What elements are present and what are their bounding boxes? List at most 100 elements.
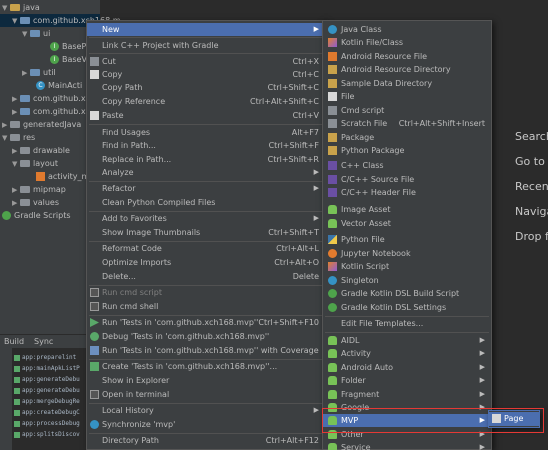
menu-item-debug-tests[interactable]: Debug 'Tests in 'com.github.xch168.mvp'' (87, 330, 325, 343)
menu-item-find-usages[interactable]: Find Usages Alt+F7 (87, 126, 325, 139)
expand-arrow-icon[interactable]: ▼ (2, 132, 10, 145)
tree-item-package-mvp[interactable]: ▼ com.github.xch168.m (0, 14, 121, 28)
submenu-item-sample-data-directory[interactable]: Sample Data Directory (323, 77, 491, 90)
submenu-item-service[interactable]: Service ▶ (323, 441, 491, 450)
menu-item-show-image-thumbnails[interactable]: Show Image Thumbnails Ctrl+Shift+T (87, 226, 325, 239)
submenu-item-cpp-class[interactable]: C++ Class (323, 159, 491, 172)
menu-item-run-tests[interactable]: Run 'Tests in 'com.github.xch168.mvp'' Ct… (87, 316, 325, 329)
class-icon: I (50, 55, 59, 64)
menu-item-delete[interactable]: Delete... Delete (87, 270, 325, 283)
menu-item-optimize-imports[interactable]: Optimize Imports Ctrl+Alt+O (87, 256, 325, 269)
tree-item-package-androidtest[interactable]: ▶ com.github.x (12, 92, 86, 105)
submenu-arrow-icon: ▶ (479, 430, 485, 438)
submenu-item-edit-file-templates[interactable]: Edit File Templates... (323, 317, 491, 330)
menu-item-replace-in-path[interactable]: Replace in Path... Ctrl+Shift+R (87, 153, 325, 166)
submenu-item-gradle-build-script[interactable]: Gradle Kotlin DSL Build Script (323, 287, 491, 300)
submenu-item-cpp-source[interactable]: C/C++ Source File (323, 173, 491, 186)
submenu-item-image-asset[interactable]: Image Asset (323, 203, 491, 216)
tree-item-activity-main[interactable]: activity_m (36, 170, 89, 183)
tree-item-res[interactable]: ▼ res (2, 131, 35, 144)
submenu-item-package[interactable]: Package (323, 131, 491, 144)
submenu-item-kotlin-file[interactable]: Kotlin File/Class (323, 36, 491, 49)
submenu-item-file[interactable]: File (323, 90, 491, 103)
expand-arrow-icon[interactable]: ▼ (12, 15, 20, 28)
menu-item-clean-python[interactable]: Clean Python Compiled Files (87, 196, 325, 209)
package-icon (20, 95, 30, 102)
package-icon (328, 133, 337, 142)
tree-item-basep[interactable]: I BaseP (50, 40, 86, 53)
tree-item-mipmap[interactable]: ▶ mipmap (12, 183, 66, 196)
menu-item-local-history[interactable]: Local History ▶ (87, 404, 325, 417)
submenu-item-kotlin-script[interactable]: Kotlin Script (323, 260, 491, 273)
expand-arrow-icon[interactable]: ▼ (12, 158, 20, 171)
menu-item-show-in-explorer[interactable]: Show in Explorer (87, 374, 325, 387)
submenu-item-scratch-file[interactable]: Scratch File Ctrl+Alt+Shift+Insert (323, 117, 491, 130)
submenu-item-gradle-settings[interactable]: Gradle Kotlin DSL Settings (323, 301, 491, 314)
submenu-item-activity[interactable]: Activity ▶ (323, 347, 491, 360)
collapse-arrow-icon[interactable]: ▶ (22, 67, 30, 80)
submenu-item-folder[interactable]: Folder ▶ (323, 374, 491, 387)
submenu-arrow-icon: ▶ (313, 406, 319, 414)
tree-item-values[interactable]: ▶ values (12, 196, 59, 209)
menu-item-analyze[interactable]: Analyze ▶ (87, 166, 325, 179)
debug-icon (90, 332, 99, 341)
submenu-item-python-file[interactable]: Python File (323, 233, 491, 246)
submenu-item-cmd-script[interactable]: Cmd script (323, 104, 491, 117)
tab-build[interactable]: Build (4, 335, 24, 349)
submenu-item-mvp[interactable]: MVP ▶ (323, 414, 491, 427)
submenu-item-google[interactable]: Google ▶ (323, 401, 491, 414)
menu-item-synchronize[interactable]: Synchronize 'mvp' (87, 418, 325, 431)
check-icon (14, 420, 20, 427)
menu-item-run-cmd-shell[interactable]: Run cmd shell (87, 300, 325, 313)
menu-item-copy-path[interactable]: Copy Path Ctrl+Shift+C (87, 81, 325, 94)
expand-arrow-icon[interactable]: ▼ (22, 28, 30, 41)
tree-item-util[interactable]: ▶ util (22, 66, 56, 79)
tree-item-generatedjava[interactable]: ▶ generatedJava (2, 118, 81, 131)
menu-item-create-tests[interactable]: Create 'Tests in 'com.github.xch168.mvp'… (87, 360, 325, 373)
submenu-item-fragment[interactable]: Fragment ▶ (323, 388, 491, 401)
check-icon (14, 376, 20, 383)
menu-item-run-with-coverage[interactable]: Run 'Tests in 'com.github.xch168.mvp'' w… (87, 344, 325, 357)
tree-item-ui[interactable]: ▼ ui (22, 27, 50, 40)
submenu-item-android-resource-directory[interactable]: Android Resource Directory (323, 63, 491, 76)
menu-item-directory-path[interactable]: Directory Path Ctrl+Alt+F12 (87, 434, 325, 447)
submenu-item-cpp-header[interactable]: C/C++ Header File (323, 186, 491, 199)
submenu-item-python-package[interactable]: Python Package (323, 144, 491, 157)
menu-item-find-in-path[interactable]: Find in Path... Ctrl+Shift+F (87, 139, 325, 152)
tree-item-java[interactable]: ▼ java (2, 1, 40, 14)
submenu-item-aidl[interactable]: AIDL ▶ (323, 334, 491, 347)
menu-item-run-cmd-script[interactable]: Run cmd script (87, 286, 325, 299)
tree-item-basev[interactable]: I BaseV (50, 53, 87, 66)
paste-icon (90, 111, 99, 120)
menu-item-open-in-terminal[interactable]: Open in terminal (87, 388, 325, 401)
menu-item-copy[interactable]: Copy Ctrl+C (87, 68, 325, 81)
tree-item-package-test[interactable]: ▶ com.github.x (12, 105, 86, 118)
submenu-item-page[interactable]: Page (489, 412, 539, 426)
cpp-header-icon (328, 188, 337, 197)
tree-item-layout[interactable]: ▼ layout (12, 157, 58, 170)
menu-item-new[interactable]: New ▶ (87, 23, 325, 36)
menu-item-copy-reference[interactable]: Copy Reference Ctrl+Alt+Shift+C (87, 95, 325, 108)
tree-item-drawable[interactable]: ▶ drawable (12, 144, 70, 157)
menu-item-refactor[interactable]: Refactor ▶ (87, 182, 325, 195)
tree-item-mainactivity[interactable]: C MainActi (36, 79, 82, 92)
create-tests-icon (90, 362, 99, 371)
menu-item-reformat-code[interactable]: Reformat Code Ctrl+Alt+L (87, 242, 325, 255)
submenu-item-other[interactable]: Other ▶ (323, 428, 491, 441)
tab-sync[interactable]: Sync (34, 335, 53, 349)
submenu-item-singleton[interactable]: Singleton (323, 274, 491, 287)
menu-item-link-cpp[interactable]: Link C++ Project with Gradle (87, 39, 325, 52)
submenu-item-vector-asset[interactable]: Vector Asset (323, 217, 491, 230)
menu-item-add-to-favorites[interactable]: Add to Favorites ▶ (87, 212, 325, 225)
tree-item-gradle-scripts[interactable]: Gradle Scripts (2, 209, 71, 222)
class-icon: C (36, 81, 45, 90)
build-toolbar (0, 348, 12, 450)
submenu-item-java-class[interactable]: Java Class (323, 23, 491, 36)
submenu-item-jupyter-notebook[interactable]: Jupyter Notebook (323, 247, 491, 260)
class-icon: I (50, 42, 59, 51)
submenu-item-android-auto[interactable]: Android Auto ▶ (323, 361, 491, 374)
submenu-item-android-resource-file[interactable]: Android Resource File (323, 50, 491, 63)
menu-item-cut[interactable]: Cut Ctrl+X (87, 55, 325, 68)
folder-icon (20, 147, 30, 154)
menu-item-paste[interactable]: Paste Ctrl+V (87, 109, 325, 122)
